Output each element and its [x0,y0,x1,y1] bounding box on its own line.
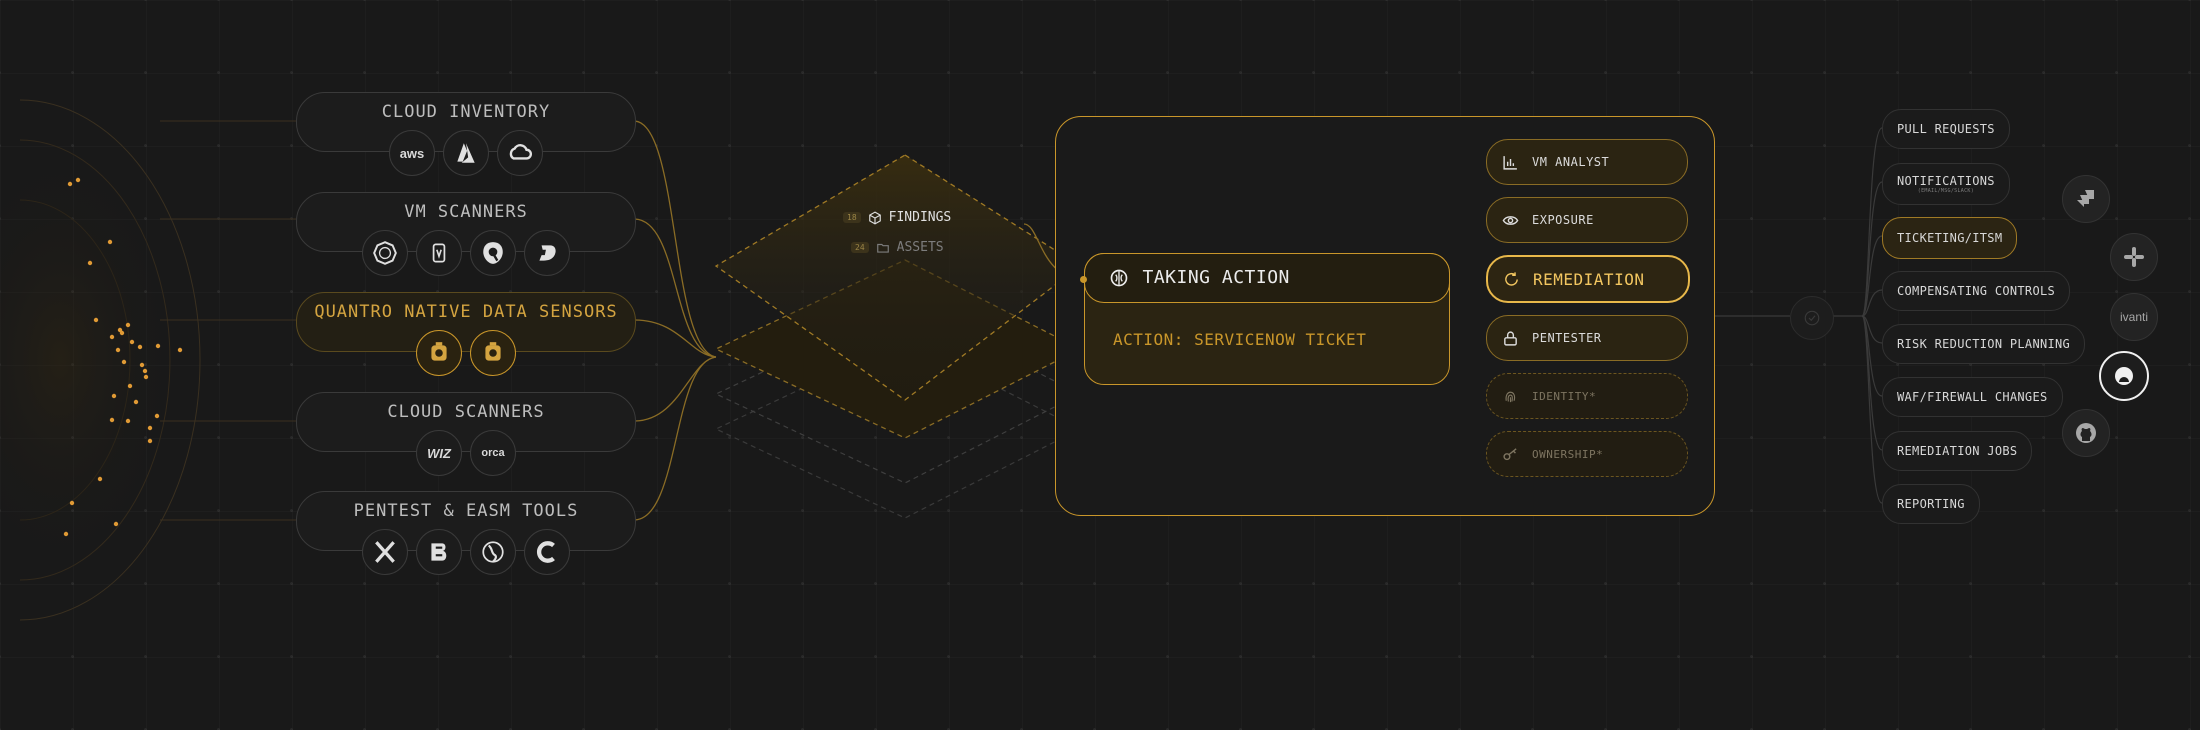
sensor-icon[interactable] [470,330,516,376]
taking-action-title: TAKING ACTION [1142,267,1290,288]
output-remediation-jobs[interactable]: REMEDIATION JOBS [1882,431,2033,471]
orca-icon[interactable]: orca [470,430,516,476]
github-icon[interactable] [2062,409,2110,457]
bar-chart-icon [1503,155,1517,170]
slack-icon[interactable] [2110,233,2158,281]
defender-icon[interactable] [524,230,570,276]
azure-icon[interactable] [443,130,489,176]
output-waf-firewall-changes[interactable]: WAF/FIREWALL CHANGES [1882,377,2063,417]
check-icon [1804,310,1820,326]
output-ticketing-itsm[interactable]: TICKETING/ITSM [1882,217,2018,259]
tenable-icon[interactable] [362,230,408,276]
gcp-icon[interactable] [497,130,543,176]
qualys-icon[interactable] [470,230,516,276]
agent-pentester[interactable]: PENTESTER [1486,315,1688,361]
refresh-icon [1505,271,1518,286]
ivanti-icon[interactable]: ivanti [2110,293,2158,341]
b-icon[interactable] [416,529,462,575]
taking-action-card[interactable]: TAKING ACTION ACTION: SERVICENOW TICKET [1083,252,1450,385]
assets-count-badge: 24 [851,242,869,253]
servicenow-icon[interactable] [2099,351,2149,401]
jira-icon[interactable] [2062,175,2110,223]
c-icon[interactable] [524,529,570,575]
source-label: QUANTRO NATIVE DATA SENSORS [314,302,618,322]
findings-label[interactable]: 18 FINDINGS [843,210,951,225]
rapid7-icon[interactable] [416,230,462,276]
brain-icon [1110,269,1127,286]
taking-action-header: TAKING ACTION [1083,252,1450,303]
globe-icon[interactable] [470,529,516,575]
output-compensating-controls[interactable]: COMPENSATING CONTROLS [1882,271,2071,311]
source-label: CLOUD SCANNERS [387,402,545,422]
source-curves [633,120,717,521]
output-reporting[interactable]: REPORTING [1882,484,1980,524]
output-notifications[interactable]: NOTIFICATIONS (EMAIL/MSG/SLACK) [1882,163,2010,205]
fingerprint-icon [1505,391,1516,402]
source-label: PENTEST & EASM TOOLS [353,501,579,521]
connector-dot [1080,276,1087,283]
radar-arcs [0,99,201,621]
notifications-sublabel: (EMAIL/MSG/SLACK) [1917,188,1975,194]
cube-icon [868,210,881,225]
agent-remediation[interactable]: REMEDIATION [1486,255,1690,303]
findings-count-badge: 18 [843,212,861,223]
check-node [1790,296,1834,340]
source-cloud-scanners[interactable]: CLOUD SCANNERS WIZ orca [296,392,636,476]
output-risk-reduction-planning[interactable]: RISK REDUCTION PLANNING [1882,324,2086,364]
source-quantro-native-data-sensors[interactable]: QUANTRO NATIVE DATA SENSORS [296,292,636,376]
folder-icon [876,243,889,253]
taking-action-subtitle: ACTION: SERVICENOW TICKET [1113,330,1367,349]
source-glow-lines [160,120,296,521]
wiz-icon[interactable]: WIZ [416,430,462,476]
source-cloud-inventory[interactable]: CLOUD INVENTORY aws [296,92,636,176]
agent-vm-analyst[interactable]: VM ANALYST [1486,139,1688,185]
source-pentest-easm-tools[interactable]: PENTEST & EASM TOOLS [296,491,636,575]
aws-icon[interactable]: aws [389,130,435,176]
eye-icon [1502,215,1519,225]
source-label: VM SCANNERS [404,202,528,222]
x-icon[interactable] [362,529,408,575]
source-label: CLOUD INVENTORY [381,102,551,122]
source-vm-scanners[interactable]: VM SCANNERS [296,192,636,276]
output-pull-requests[interactable]: PULL REQUESTS [1882,109,2010,149]
key-icon [1503,447,1517,460]
lock-icon [1504,330,1517,346]
assets-label[interactable]: 24 ASSETS [851,240,944,255]
sensor-icon[interactable] [416,330,462,376]
agent-identity[interactable]: IDENTITY* [1486,373,1688,419]
agent-ownership[interactable]: OWNERSHIP* [1486,431,1688,477]
agent-exposure[interactable]: EXPOSURE [1486,197,1688,243]
